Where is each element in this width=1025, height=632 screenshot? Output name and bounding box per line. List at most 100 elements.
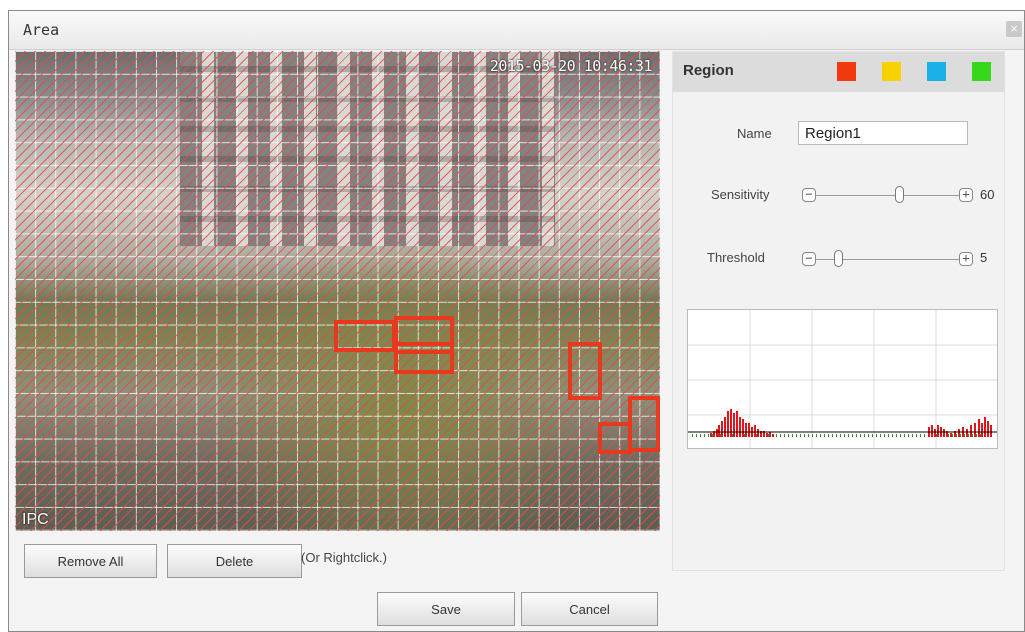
baseline-bar	[880, 434, 881, 437]
motion-bar	[937, 425, 939, 437]
baseline-bar	[936, 434, 937, 437]
region-cell[interactable]	[628, 396, 660, 452]
sensitivity-minus-button[interactable]: −	[802, 188, 816, 202]
sensitivity-track[interactable]	[816, 195, 959, 196]
region-cell[interactable]	[334, 320, 396, 352]
baseline-bar	[884, 434, 885, 437]
baseline-bar	[956, 434, 957, 437]
baseline-bar	[744, 434, 745, 437]
motion-bar	[716, 429, 718, 437]
motion-bar	[966, 429, 968, 437]
motion-graph	[687, 309, 998, 449]
baseline-bar	[796, 434, 797, 437]
motion-bar	[934, 429, 936, 437]
camera-label: IPC	[22, 511, 49, 528]
baseline-bar	[756, 434, 757, 437]
motion-bar	[730, 409, 732, 437]
motion-bar	[748, 423, 750, 437]
motion-bar	[766, 433, 768, 437]
region-name-input[interactable]	[798, 121, 968, 145]
baseline-bar	[828, 434, 829, 437]
motion-graph-plot	[688, 310, 997, 448]
detection-grid[interactable]	[15, 51, 660, 531]
sensitivity-slider-thumb[interactable]	[895, 186, 904, 203]
region-panel: Region Name Sensitivity − + 60 Threshold…	[672, 51, 1005, 571]
motion-bar	[974, 423, 976, 437]
baseline-bar	[952, 434, 953, 437]
motion-bar	[754, 425, 756, 437]
baseline-bar	[792, 434, 793, 437]
baseline-bar	[836, 434, 837, 437]
delete-button[interactable]: Delete	[167, 544, 302, 578]
region-label: Region	[683, 62, 734, 79]
baseline-bar	[720, 434, 721, 437]
sensitivity-plus-button[interactable]: +	[959, 188, 973, 202]
baseline-bar	[872, 434, 873, 437]
baseline-bar	[980, 434, 981, 437]
dialog-titlebar: Area ×	[9, 11, 1024, 50]
motion-bar	[981, 423, 983, 437]
region-cell[interactable]	[598, 422, 632, 454]
baseline-bar	[916, 434, 917, 437]
motion-bar	[733, 413, 735, 437]
threshold-value: 5	[980, 250, 988, 265]
region-color-blue[interactable]	[927, 62, 946, 81]
threshold-minus-button[interactable]: −	[802, 252, 816, 266]
baseline-bar	[848, 434, 849, 437]
baseline-bar	[768, 434, 769, 437]
sensitivity-label: Sensitivity	[711, 187, 770, 202]
baseline-bar	[972, 434, 973, 437]
region-cell[interactable]	[394, 342, 454, 374]
baseline-bar	[868, 434, 869, 437]
baseline-bar	[708, 434, 709, 437]
baseline-bar	[876, 434, 877, 437]
remove-all-button[interactable]: Remove All	[24, 544, 157, 578]
motion-bar	[739, 417, 741, 437]
baseline-bar	[712, 434, 713, 437]
region-color-green[interactable]	[972, 62, 991, 81]
baseline-bar	[732, 434, 733, 437]
motion-bar	[721, 421, 723, 437]
baseline-bar	[844, 434, 845, 437]
baseline-bar	[788, 434, 789, 437]
video-preview[interactable]: 2015-03-20 10:46:31 IPC	[15, 51, 660, 531]
threshold-plus-button[interactable]: +	[959, 252, 973, 266]
baseline-bar	[816, 434, 817, 437]
motion-bar	[757, 429, 759, 437]
baseline-bar	[840, 434, 841, 437]
baseline-bar	[948, 434, 949, 437]
baseline-bar	[820, 434, 821, 437]
region-cell[interactable]	[568, 342, 602, 400]
baseline-bar	[888, 434, 889, 437]
sensitivity-value: 60	[980, 187, 995, 202]
motion-bar	[769, 432, 771, 437]
region-color-red[interactable]	[837, 62, 856, 81]
baseline-bar	[968, 434, 969, 437]
threshold-slider-thumb[interactable]	[834, 250, 843, 267]
cancel-button[interactable]: Cancel	[521, 592, 658, 626]
motion-bar	[987, 421, 989, 437]
motion-bar	[710, 433, 712, 437]
motion-bar	[958, 429, 960, 437]
baseline-bar	[852, 434, 853, 437]
baseline-bar	[860, 434, 861, 437]
baseline-bar	[784, 434, 785, 437]
motion-bar	[745, 423, 747, 437]
motion-bar	[990, 425, 992, 437]
baseline-bar	[812, 434, 813, 437]
region-header: Region	[673, 52, 1004, 92]
motion-bars	[692, 409, 992, 437]
baseline-bar	[896, 434, 897, 437]
close-icon[interactable]: ×	[1006, 21, 1022, 37]
baseline-bar	[832, 434, 833, 437]
baseline-bar	[900, 434, 901, 437]
baseline-bar	[960, 434, 961, 437]
baseline-bar	[912, 434, 913, 437]
baseline-bar	[780, 434, 781, 437]
baseline-bar	[920, 434, 921, 437]
baseline-bar	[692, 434, 693, 437]
video-timestamp: 2015-03-20 10:46:31	[489, 57, 653, 75]
motion-bar	[943, 429, 945, 437]
save-button[interactable]: Save	[377, 592, 515, 626]
region-color-yellow[interactable]	[882, 62, 901, 81]
